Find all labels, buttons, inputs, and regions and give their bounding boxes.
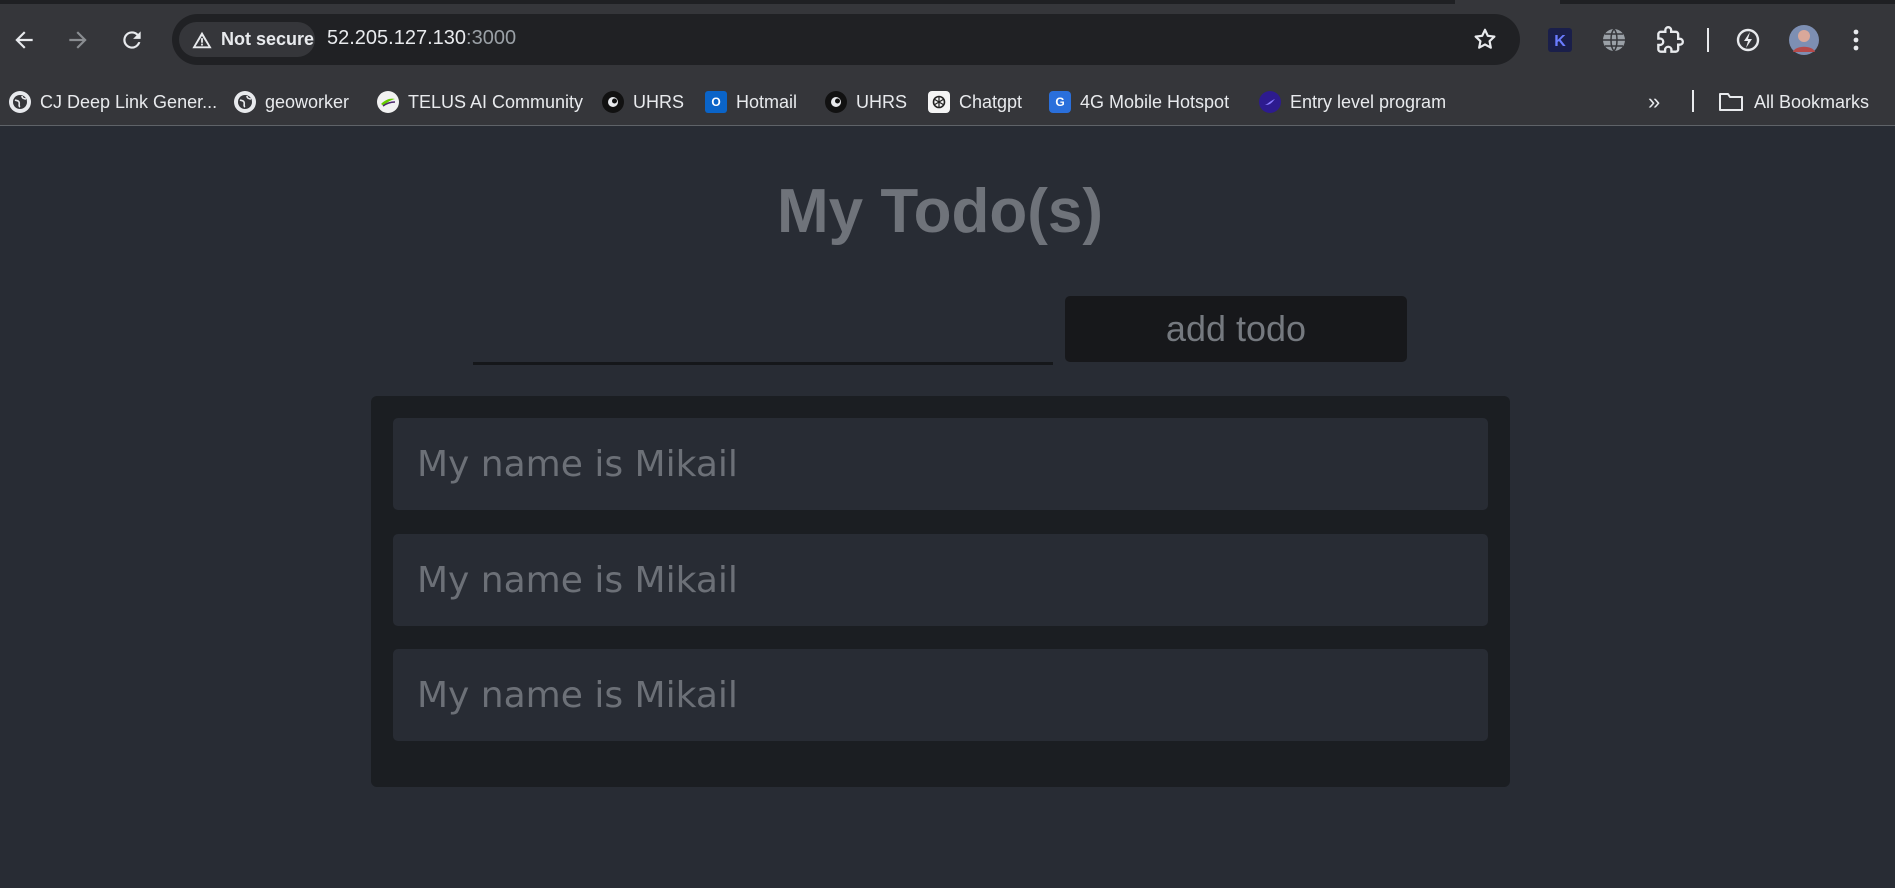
site-info-chip[interactable]: Not secure bbox=[179, 22, 315, 57]
svg-text:K: K bbox=[1554, 33, 1566, 50]
bookmark-item[interactable]: O Hotmail bbox=[705, 87, 797, 117]
add-todo-button[interactable]: add todo bbox=[1065, 296, 1407, 362]
bookmark-label: Chatgpt bbox=[959, 91, 1023, 112]
bookmark-item[interactable]: CJ Deep Link Gener... bbox=[9, 87, 217, 117]
todo-text: My name is Mikail bbox=[417, 443, 738, 485]
todo-item[interactable]: My name is Mikail bbox=[393, 649, 1488, 741]
reload-button[interactable] bbox=[110, 18, 154, 62]
uhrs-icon bbox=[825, 91, 847, 113]
url-port: :3000 bbox=[466, 27, 517, 49]
profile-avatar[interactable] bbox=[1788, 24, 1820, 56]
bookmark-label: Hotmail bbox=[736, 91, 798, 112]
url-host: 52.205.127.130 bbox=[327, 27, 467, 49]
address-bar[interactable]: Not secure 52.205.127.130:3000 bbox=[172, 14, 1520, 65]
todo-item[interactable]: My name is Mikail bbox=[393, 534, 1488, 626]
uhrs-icon bbox=[602, 91, 624, 113]
toolbar-divider bbox=[1707, 28, 1709, 52]
all-bookmarks-button[interactable]: All Bookmarks bbox=[1718, 87, 1869, 117]
tab-strip bbox=[1560, 0, 1895, 4]
back-button[interactable] bbox=[2, 18, 46, 62]
bookmark-item[interactable]: geoworker bbox=[234, 87, 349, 117]
bookmark-item[interactable]: G 4G Mobile Hotspot bbox=[1049, 87, 1229, 117]
bookmark-label: UHRS bbox=[856, 91, 908, 112]
todo-item[interactable]: My name is Mikail bbox=[393, 418, 1488, 510]
bookmark-label: geoworker bbox=[265, 91, 350, 112]
bookmark-item[interactable]: Entry level program bbox=[1259, 87, 1446, 117]
browser-toolbar: Not secure 52.205.127.130:3000 K bbox=[0, 0, 1895, 79]
forward-button[interactable] bbox=[56, 18, 100, 62]
bookmarks-divider bbox=[1692, 90, 1694, 112]
globe-icon bbox=[234, 91, 256, 113]
bookmarks-bar: CJ Deep Link Gener... geoworker TELUS AI… bbox=[0, 79, 1895, 126]
globe-extension-icon[interactable] bbox=[1600, 26, 1628, 54]
folder-icon bbox=[1719, 93, 1743, 111]
security-label: Not secure bbox=[221, 29, 315, 49]
url-text[interactable]: 52.205.127.130:3000 bbox=[327, 27, 516, 50]
tab-strip bbox=[0, 0, 1455, 4]
more-menu-icon[interactable] bbox=[1842, 26, 1870, 54]
bookmark-label: Entry level program bbox=[1290, 91, 1447, 112]
bookmark-label: 4G Mobile Hotspot bbox=[1080, 91, 1230, 112]
warning-icon bbox=[192, 31, 212, 48]
todo-list: My name is Mikail My name is Mikail My n… bbox=[371, 396, 1510, 787]
bookmark-label: UHRS bbox=[633, 91, 685, 112]
bookmark-star-icon[interactable] bbox=[1472, 26, 1498, 52]
outlook-icon: O bbox=[705, 91, 727, 113]
bookmark-label: TELUS AI Community bbox=[408, 91, 584, 112]
hotspot-icon: G bbox=[1049, 91, 1071, 113]
reload-icon bbox=[123, 31, 141, 49]
todo-input[interactable] bbox=[473, 300, 1053, 365]
all-bookmarks-label: All Bookmarks bbox=[1754, 91, 1870, 112]
kodex-extension-icon[interactable]: K bbox=[1546, 26, 1574, 54]
arrow-left-icon bbox=[15, 31, 33, 49]
bookmark-item[interactable]: Chatgpt bbox=[928, 87, 1022, 117]
bookmark-item[interactable]: UHRS bbox=[825, 87, 907, 117]
todo-text: My name is Mikail bbox=[417, 559, 738, 601]
bookmark-label: CJ Deep Link Gener... bbox=[40, 91, 218, 112]
bookmark-item[interactable]: UHRS bbox=[602, 87, 684, 117]
page-title: My Todo(s) bbox=[776, 177, 1103, 246]
chatgpt-icon bbox=[928, 91, 950, 113]
arrow-right-icon bbox=[69, 31, 87, 49]
todo-text: My name is Mikail bbox=[417, 674, 738, 716]
telus-icon bbox=[377, 91, 399, 113]
performance-icon[interactable] bbox=[1734, 26, 1762, 54]
bookmark-item[interactable]: TELUS AI Community bbox=[377, 87, 583, 117]
globe-icon bbox=[9, 91, 31, 113]
extensions-puzzle-icon[interactable] bbox=[1656, 26, 1684, 54]
more-bookmarks-chevron-icon[interactable]: » bbox=[1648, 87, 1660, 117]
program-icon bbox=[1259, 91, 1281, 113]
